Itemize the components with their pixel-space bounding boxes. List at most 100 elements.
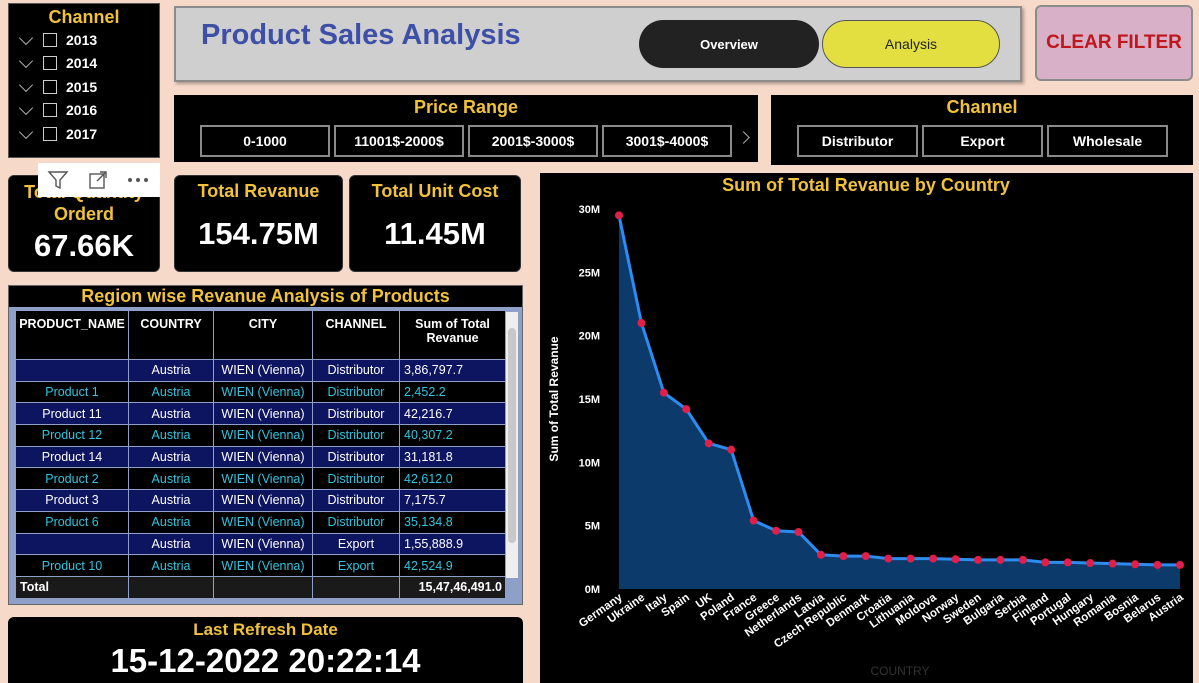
- table-row[interactable]: Product 1 Austria WIEN (Vienna) Distributor…: [15, 380, 506, 404]
- revenue-by-country-chart: Sum of Total Revanue by Country 0M 5M 10M 15…: [547, 175, 1186, 678]
- price-chip-4[interactable]: 3001$-4000$: [602, 125, 732, 157]
- y-tick-label: 20M: [579, 331, 600, 343]
- channel-chip-export[interactable]: Export: [922, 125, 1043, 157]
- chevron-down-icon[interactable]: [18, 77, 34, 92]
- chevron-down-icon[interactable]: [18, 124, 34, 139]
- col-header-city[interactable]: CITY: [213, 310, 313, 360]
- total-value: 15,47,46,491.0: [399, 575, 506, 599]
- total-label: Total: [15, 575, 129, 599]
- price-range-title: Price Range: [413, 97, 519, 117]
- checkbox[interactable]: [43, 56, 57, 71]
- col-header-product[interactable]: PRODUCT_NAME: [15, 310, 129, 360]
- more-options-icon[interactable]: [118, 163, 158, 197]
- checkbox[interactable]: [43, 103, 57, 118]
- col-header-country[interactable]: COUNTRY: [128, 310, 214, 360]
- focus-mode-icon[interactable]: [78, 163, 118, 197]
- visual-toolbar: [38, 163, 160, 197]
- year-label: 2015: [66, 78, 98, 95]
- year-label: 2016: [66, 102, 98, 119]
- region-revenue-table-panel: Region wise Revanue Analysis of Products…: [8, 285, 523, 605]
- kpi-cost-value: 11.45M: [384, 216, 486, 251]
- cell-country: Austria: [128, 402, 214, 426]
- series-area: [619, 215, 1180, 590]
- cell-city: WIEN (Vienna): [213, 467, 313, 491]
- cell-channel: Distributor: [312, 489, 400, 512]
- data-point: [1153, 560, 1162, 569]
- year-label: 2013: [66, 31, 98, 48]
- channel-chip-wholesale[interactable]: Wholesale: [1047, 125, 1168, 157]
- price-chip-3[interactable]: 2001$-3000$: [468, 125, 598, 157]
- table-row[interactable]: Product 3 Austria WIEN (Vienna) Distributor…: [15, 489, 506, 512]
- analysis-button[interactable]: Analysis: [822, 20, 1000, 68]
- overview-button[interactable]: Overview: [639, 20, 819, 68]
- total-blank: [312, 575, 400, 599]
- col-header-channel[interactable]: CHANNEL: [312, 310, 400, 360]
- data-point: [906, 554, 915, 563]
- chart-title: Sum of Total Revanue by Country: [722, 175, 1010, 195]
- data-point: [996, 555, 1005, 564]
- cell-product: Product 3: [15, 489, 129, 512]
- chevron-down-icon[interactable]: [18, 54, 34, 69]
- cell-city: WIEN (Vienna): [213, 359, 313, 382]
- table-row[interactable]: Austria WIEN (Vienna) Distributor 3,86,797.…: [15, 359, 506, 382]
- cell-channel: Distributor: [312, 510, 400, 534]
- kpi-cost-label: Total Unit Cost: [371, 181, 499, 201]
- year-item-2014[interactable]: 2014: [9, 52, 159, 76]
- year-item-2015[interactable]: 2015: [9, 75, 159, 99]
- cell-product: Product 6: [15, 510, 129, 534]
- y-tick-label: 25M: [579, 267, 600, 279]
- table-row[interactable]: Austria WIEN (Vienna) Export 1,55,888.9: [15, 532, 506, 556]
- chevron-right-icon[interactable]: [737, 131, 750, 144]
- table-row[interactable]: Product 2 Austria WIEN (Vienna) Distributor…: [15, 467, 506, 491]
- cell-channel: Distributor: [312, 424, 400, 447]
- cell-country: Austria: [128, 424, 214, 447]
- channel-chip-distributor[interactable]: Distributor: [797, 125, 918, 157]
- scrollbar-thumb[interactable]: [508, 328, 516, 543]
- table-scrollbar[interactable]: [506, 312, 518, 578]
- data-point: [704, 439, 713, 448]
- data-point: [951, 555, 960, 564]
- y-tick-label: 15M: [579, 394, 600, 406]
- cell-revenue: 35,134.8: [399, 510, 506, 534]
- filter-icon[interactable]: [38, 163, 78, 197]
- table-row[interactable]: Product 6 Austria WIEN (Vienna) Distributor…: [15, 510, 506, 534]
- year-item-2017[interactable]: 2017: [9, 122, 159, 146]
- data-point: [637, 319, 646, 327]
- cell-city: WIEN (Vienna): [213, 445, 313, 469]
- cell-channel: Export: [312, 532, 400, 556]
- checkbox[interactable]: [43, 32, 57, 47]
- data-point: [861, 552, 870, 561]
- price-chip-1[interactable]: 0-1000: [200, 125, 330, 157]
- data-point: [1086, 559, 1095, 568]
- table-row[interactable]: Product 11 Austria WIEN (Vienna) Distributo…: [15, 402, 506, 426]
- cell-country: Austria: [128, 380, 214, 404]
- kpi-revenue-value: 154.75M: [198, 216, 319, 251]
- cell-country: Austria: [128, 510, 214, 534]
- total-blank: [213, 575, 313, 599]
- refresh-label: Last Refresh Date: [193, 620, 338, 639]
- price-chip-2[interactable]: 11001$-2000$: [334, 125, 464, 157]
- year-list: 2013 2014 2015 2016 2017: [9, 28, 159, 146]
- cell-revenue: 7,175.7: [399, 489, 506, 512]
- cell-city: WIEN (Vienna): [213, 554, 313, 577]
- data-point: [615, 211, 623, 220]
- region-revenue-table: PRODUCT_NAME COUNTRY CITY CHANNEL Sum of…: [15, 310, 506, 599]
- data-point: [1041, 558, 1050, 567]
- table-row[interactable]: Product 10 Austria WIEN (Vienna) Export 42,5…: [15, 554, 506, 577]
- year-item-2016[interactable]: 2016: [9, 99, 159, 123]
- clear-filter-button[interactable]: CLEAR FILTER: [1035, 5, 1193, 81]
- kpi-cost-card: Total Unit Cost 11.45M: [349, 175, 521, 272]
- cell-revenue: 42,216.7: [399, 402, 506, 426]
- col-header-revenue[interactable]: Sum of Total Revanue: [399, 310, 506, 360]
- table-row[interactable]: Product 14 Austria WIEN (Vienna) Distributo…: [15, 445, 506, 469]
- cell-revenue: 1,55,888.9: [399, 532, 506, 556]
- chevron-down-icon[interactable]: [18, 101, 34, 116]
- checkbox[interactable]: [43, 126, 57, 141]
- table-row[interactable]: Product 12 Austria WIEN (Vienna) Distributo…: [15, 424, 506, 447]
- chevron-down-icon[interactable]: [18, 30, 34, 45]
- cell-channel: Distributor: [312, 445, 400, 469]
- year-label: 2014: [66, 55, 98, 72]
- checkbox[interactable]: [43, 79, 57, 94]
- data-point: [816, 550, 825, 559]
- year-item-2013[interactable]: 2013: [9, 28, 159, 52]
